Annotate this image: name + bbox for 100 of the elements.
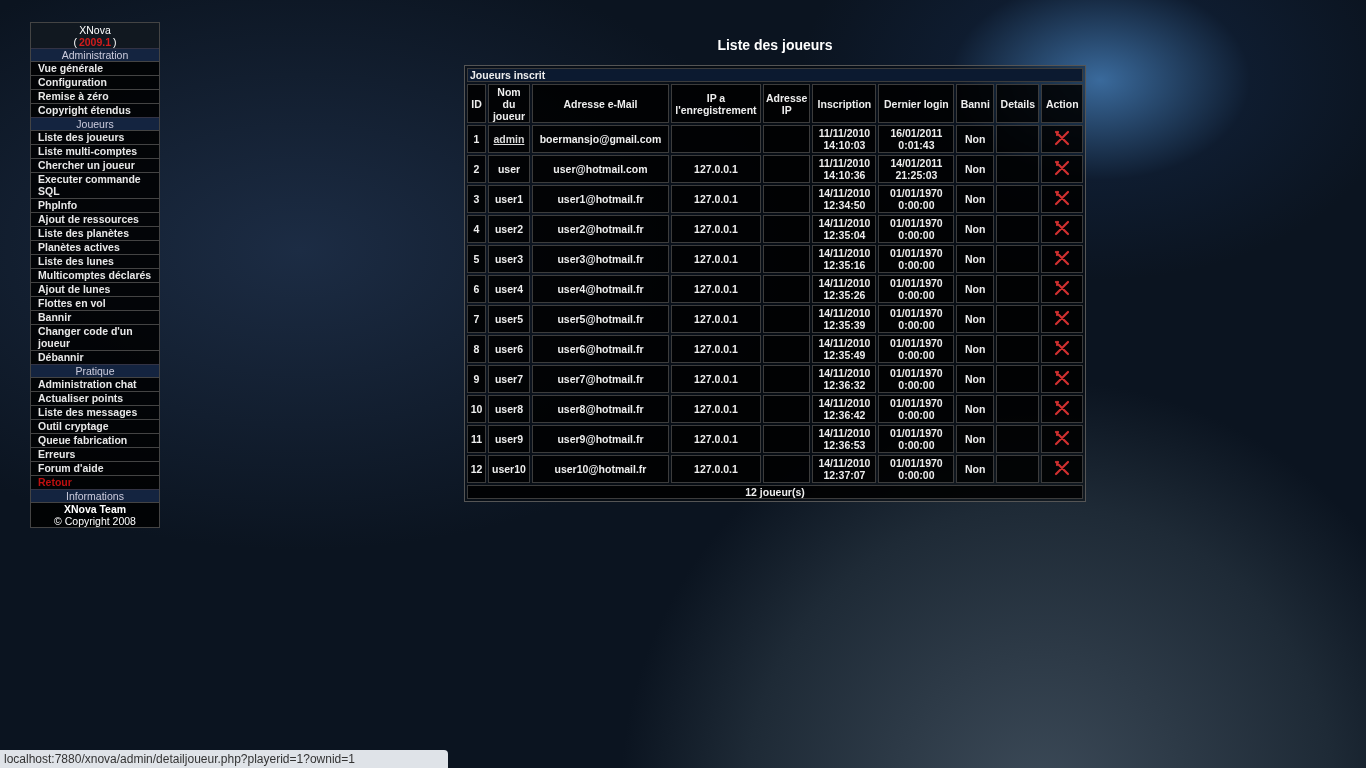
- table-cell: 127.0.0.1: [670, 245, 761, 273]
- menu-link[interactable]: Outil cryptage: [31, 419, 159, 433]
- menu-link[interactable]: Queue fabrication: [31, 433, 159, 447]
- menu-link[interactable]: Liste des joueurs: [31, 130, 159, 144]
- column-header: Details: [996, 84, 1040, 123]
- menu-link[interactable]: Remise à zéro: [31, 89, 159, 103]
- table-cell: 6: [467, 275, 486, 303]
- table-cell: Non: [956, 245, 995, 273]
- table-cell: 14/11/2010 12:35:39: [812, 305, 877, 333]
- player-link[interactable]: admin: [487, 125, 530, 153]
- column-header: IP a l'enregistrement: [670, 84, 761, 123]
- table-cell: user9@hotmail.fr: [531, 425, 669, 453]
- column-header: ID: [467, 84, 486, 123]
- table-cell: Non: [956, 305, 995, 333]
- delete-icon[interactable]: [1054, 400, 1071, 416]
- table-cell: 01/01/1970 0:00:00: [878, 335, 955, 363]
- table-cell: Non: [956, 125, 995, 153]
- column-header: Adresse e-Mail: [531, 84, 669, 123]
- delete-icon[interactable]: [1054, 340, 1071, 356]
- table-cell: Non: [956, 215, 995, 243]
- table-cell: Non: [956, 425, 995, 453]
- delete-icon[interactable]: [1054, 190, 1071, 206]
- table-cell: 01/01/1970 0:00:00: [878, 365, 955, 393]
- delete-icon[interactable]: [1054, 160, 1071, 176]
- menu-link[interactable]: Liste des lunes: [31, 254, 159, 268]
- table-cell: [996, 245, 1040, 273]
- table-cell: user8@hotmail.fr: [531, 395, 669, 423]
- table-cell: user6: [487, 335, 530, 363]
- menu-section-header: Informations: [31, 489, 159, 502]
- table-caption: Joueurs inscrit: [467, 68, 1083, 82]
- menu-section-header: Joueurs: [31, 117, 159, 130]
- table-cell: 127.0.0.1: [670, 335, 761, 363]
- version-paren: (: [73, 36, 77, 48]
- delete-icon[interactable]: [1054, 250, 1071, 266]
- table-cell: [762, 155, 811, 183]
- table-cell: boermansjo@gmail.com: [531, 125, 669, 153]
- table-cell: 2: [467, 155, 486, 183]
- player-count: 12 joueur(s): [467, 485, 1083, 499]
- table-cell: Non: [956, 155, 995, 183]
- menu-link[interactable]: Chercher un joueur: [31, 158, 159, 172]
- brand-name: XNova: [78, 24, 112, 36]
- table-cell: 01/01/1970 0:00:00: [878, 245, 955, 273]
- table-cell: user4: [487, 275, 530, 303]
- table-cell: 3: [467, 185, 486, 213]
- table-cell: user4@hotmail.fr: [531, 275, 669, 303]
- table-cell: user1: [487, 185, 530, 213]
- menu-link[interactable]: Actualiser points: [31, 391, 159, 405]
- table-cell: 01/01/1970 0:00:00: [878, 185, 955, 213]
- table-cell: [762, 455, 811, 483]
- table-cell: 01/01/1970 0:00:00: [878, 305, 955, 333]
- table-cell: 14/01/2011 21:25:03: [878, 155, 955, 183]
- menu-link[interactable]: Forum d'aide: [31, 461, 159, 475]
- table-cell: [996, 425, 1040, 453]
- table-cell: Non: [956, 185, 995, 213]
- copyright-text: © Copyright 2008: [53, 515, 137, 527]
- column-header: Dernier login: [878, 84, 955, 123]
- menu-link[interactable]: Liste des messages: [31, 405, 159, 419]
- table-cell: 5: [467, 245, 486, 273]
- table-cell: 7: [467, 305, 486, 333]
- delete-icon[interactable]: [1054, 310, 1071, 326]
- menu-link[interactable]: Multicomptes déclarés: [31, 268, 159, 282]
- menu-link[interactable]: Executer commande SQL: [31, 172, 159, 198]
- table-cell: 14/11/2010 12:35:26: [812, 275, 877, 303]
- menu-link[interactable]: Bannir: [31, 310, 159, 324]
- table-cell: user7: [487, 365, 530, 393]
- table-cell: 16/01/2011 0:01:43: [878, 125, 955, 153]
- table-cell: user3@hotmail.fr: [531, 245, 669, 273]
- table-cell: user7@hotmail.fr: [531, 365, 669, 393]
- menu-link[interactable]: Administration chat: [31, 377, 159, 391]
- menu-section-header: Pratique: [31, 364, 159, 377]
- table-cell: 14/11/2010 12:36:42: [812, 395, 877, 423]
- table-cell: [762, 215, 811, 243]
- menu-link[interactable]: Flottes en vol: [31, 296, 159, 310]
- column-header: Banni: [956, 84, 995, 123]
- table-cell: 01/01/1970 0:00:00: [878, 455, 955, 483]
- menu-link[interactable]: Liste multi-comptes: [31, 144, 159, 158]
- delete-icon[interactable]: [1054, 370, 1071, 386]
- table-cell: 14/11/2010 12:35:16: [812, 245, 877, 273]
- table-cell: [762, 425, 811, 453]
- table-cell: Non: [956, 365, 995, 393]
- menu-link[interactable]: Vue générale: [31, 61, 159, 75]
- menu-link[interactable]: PhpInfo: [31, 198, 159, 212]
- table-cell: user5: [487, 305, 530, 333]
- menu-link[interactable]: Ajout de ressources: [31, 212, 159, 226]
- menu-link[interactable]: Erreurs: [31, 447, 159, 461]
- menu-link[interactable]: Changer code d'un joueur: [31, 324, 159, 350]
- table-cell: [996, 275, 1040, 303]
- delete-icon[interactable]: [1054, 460, 1071, 476]
- table-cell: 14/11/2010 12:34:50: [812, 185, 877, 213]
- menu-link[interactable]: Configuration: [31, 75, 159, 89]
- table-cell: [996, 305, 1040, 333]
- delete-icon[interactable]: [1054, 130, 1071, 146]
- menu-link[interactable]: Planètes actives: [31, 240, 159, 254]
- table-cell: 1: [467, 125, 486, 153]
- delete-icon[interactable]: [1054, 430, 1071, 446]
- delete-icon[interactable]: [1054, 220, 1071, 236]
- menu-link[interactable]: Ajout de lunes: [31, 282, 159, 296]
- table-cell: user6@hotmail.fr: [531, 335, 669, 363]
- menu-link[interactable]: Liste des planètes: [31, 226, 159, 240]
- delete-icon[interactable]: [1054, 280, 1071, 296]
